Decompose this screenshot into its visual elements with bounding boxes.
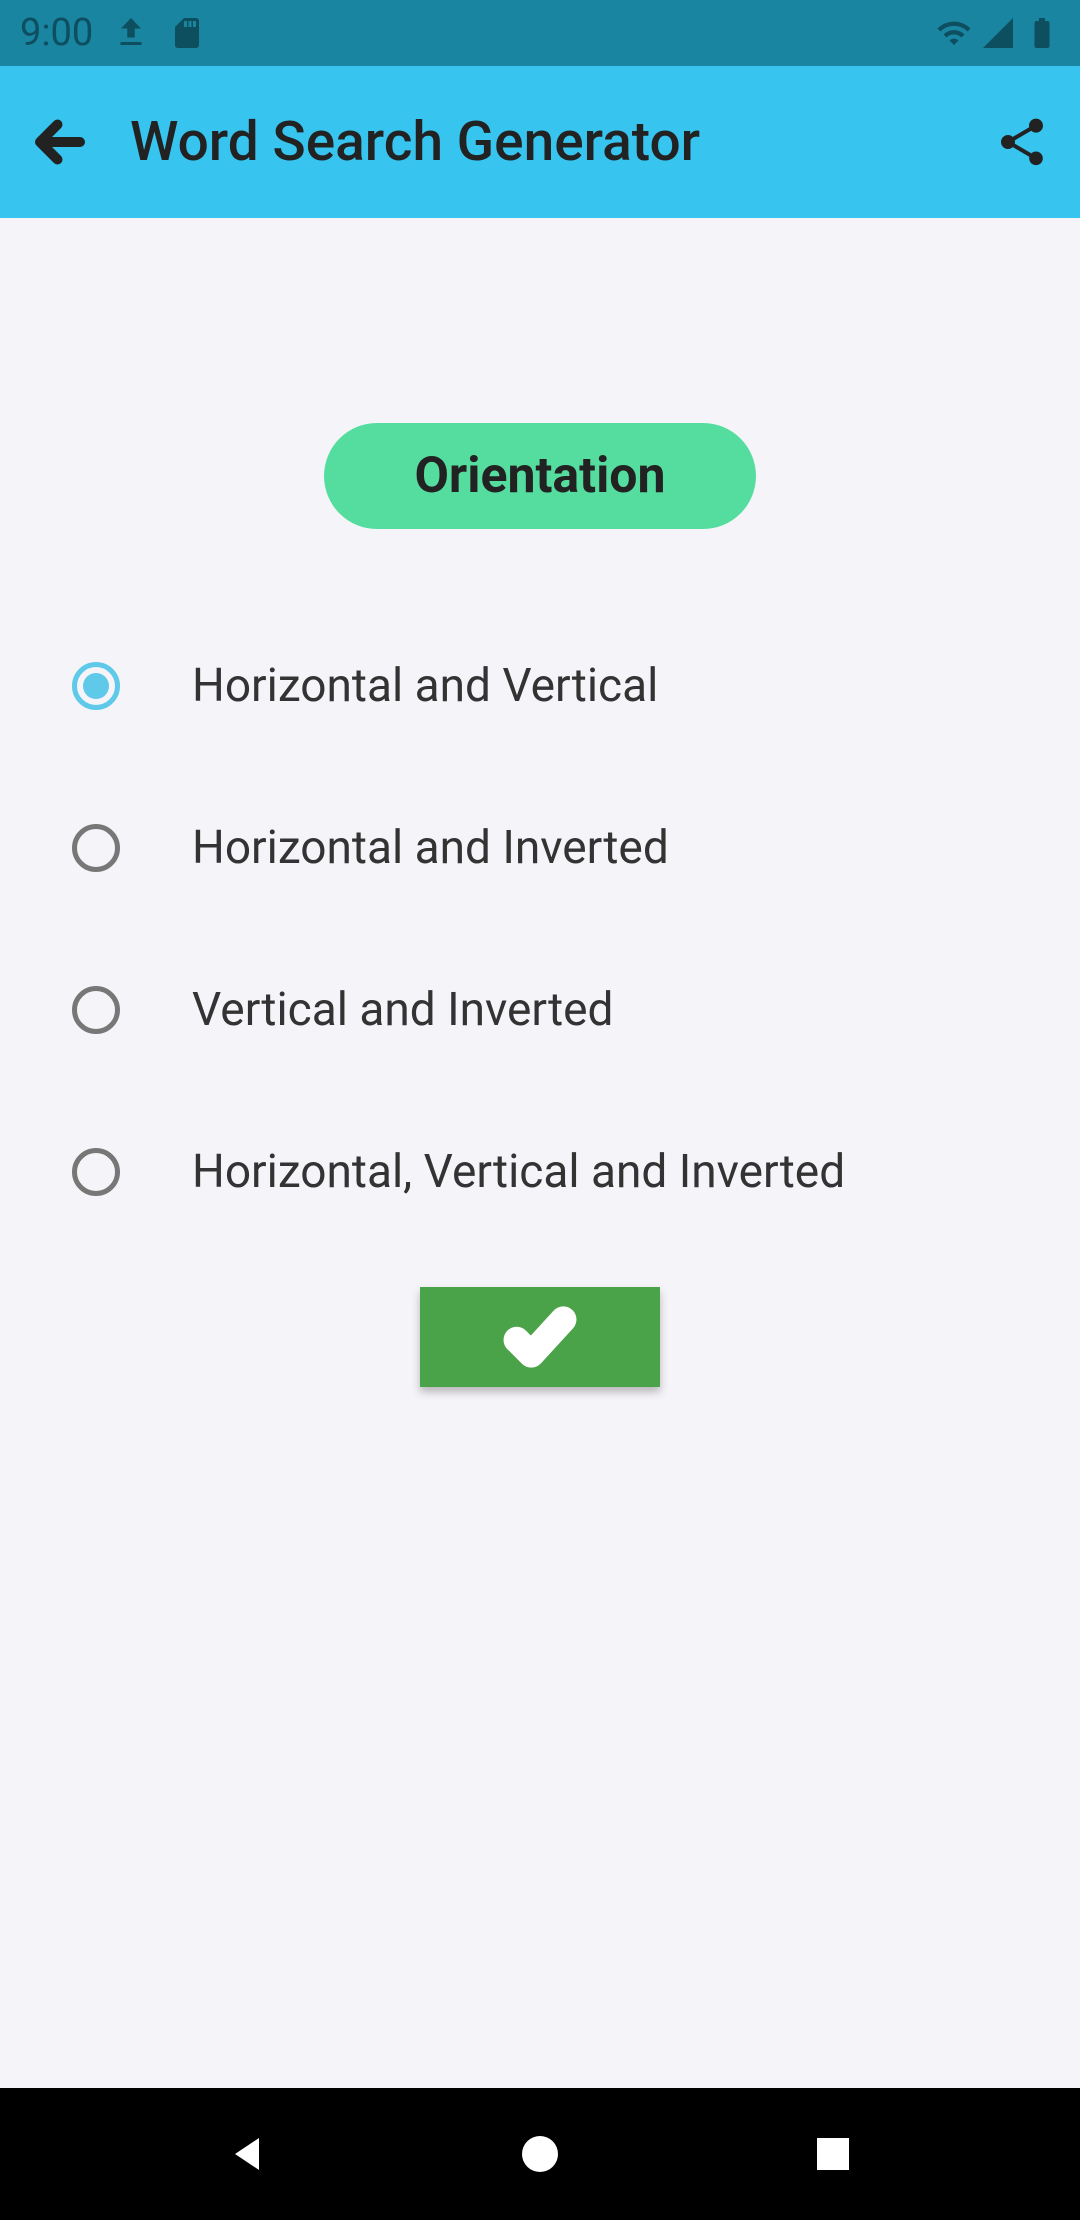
upload-icon (113, 15, 149, 51)
option-row[interactable]: Horizontal and Inverted (72, 821, 1008, 875)
option-row[interactable]: Horizontal and Vertical (72, 659, 1008, 713)
option-label: Vertical and Inverted (192, 983, 614, 1037)
nav-home-icon[interactable] (516, 2130, 564, 2178)
nav-back-icon[interactable] (223, 2130, 271, 2178)
check-icon (495, 1302, 585, 1372)
battery-icon (1024, 15, 1060, 51)
signal-icon (980, 15, 1016, 51)
option-label: Horizontal and Vertical (192, 659, 658, 713)
confirm-button[interactable] (420, 1287, 660, 1387)
status-bar: 9:00 (0, 0, 1080, 66)
radio-button[interactable] (72, 824, 120, 872)
nav-bar (0, 2088, 1080, 2220)
radio-button[interactable] (72, 986, 120, 1034)
wifi-icon (936, 15, 972, 51)
section-title-pill: Orientation (324, 423, 755, 529)
app-bar: Word Search Generator (0, 66, 1080, 218)
page-title: Word Search Generator (130, 110, 954, 174)
status-right (936, 15, 1060, 51)
options-list: Horizontal and Vertical Horizontal and I… (0, 659, 1080, 1307)
back-arrow-icon[interactable] (30, 112, 90, 172)
radio-button[interactable] (72, 1148, 120, 1196)
radio-button[interactable] (72, 662, 120, 710)
status-left: 9:00 (20, 11, 205, 55)
main-content: Orientation Horizontal and Vertical Hori… (0, 218, 1080, 2088)
share-icon[interactable] (994, 114, 1050, 170)
nav-recent-icon[interactable] (809, 2130, 857, 2178)
status-time: 9:00 (20, 11, 93, 55)
option-row[interactable]: Vertical and Inverted (72, 983, 1008, 1037)
option-label: Horizontal and Inverted (192, 821, 669, 875)
option-label: Horizontal, Vertical and Inverted (192, 1145, 845, 1199)
option-row[interactable]: Horizontal, Vertical and Inverted (72, 1145, 1008, 1199)
sd-card-icon (169, 15, 205, 51)
